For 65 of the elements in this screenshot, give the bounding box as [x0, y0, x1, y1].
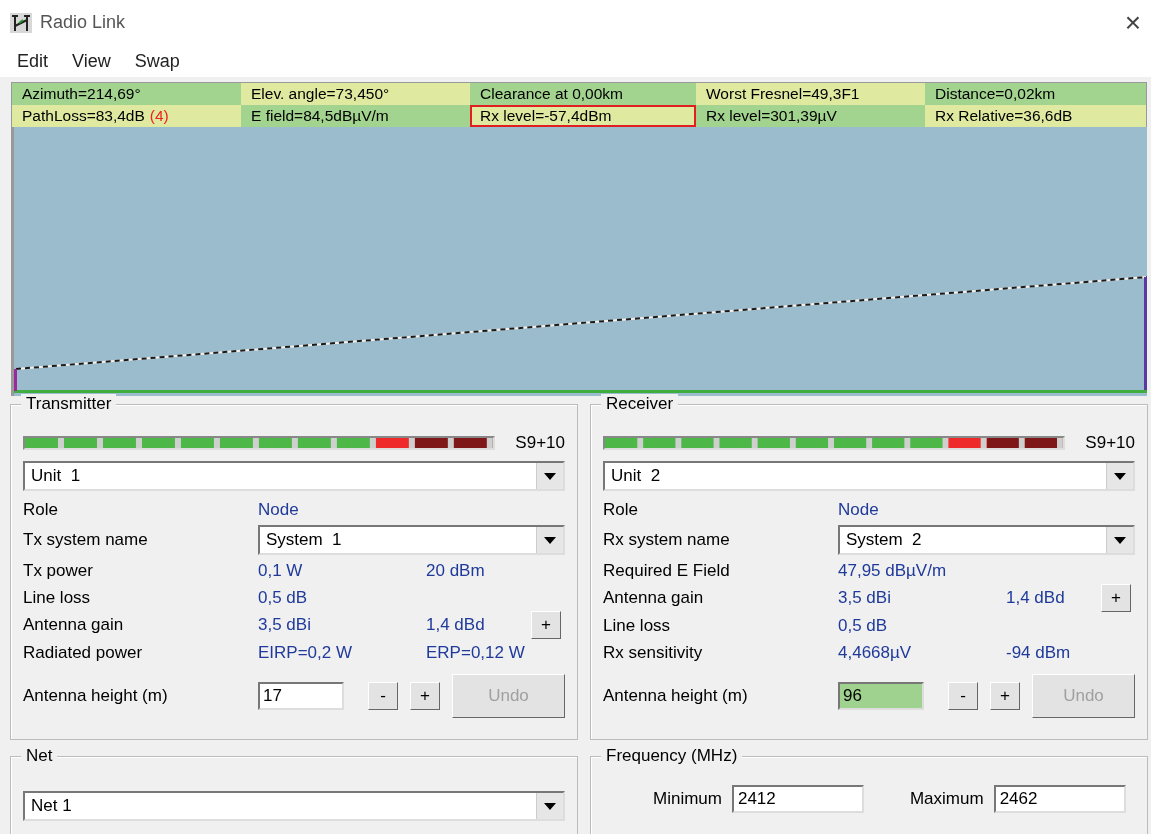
readout-cell: Rx level=-57,4dBm: [470, 105, 696, 127]
meter-reading: S9+10: [1085, 433, 1135, 453]
readout-cell: Distance=0,02km: [925, 83, 1146, 105]
dropdown-arrow-icon[interactable]: [544, 472, 556, 480]
field-label: Line loss: [23, 586, 92, 609]
field-value: -94 dBm: [1006, 641, 1072, 664]
maximum-input[interactable]: 2462: [993, 785, 1126, 813]
plus-button[interactable]: +: [1101, 584, 1131, 612]
field-value: Node: [258, 498, 300, 521]
dropdown-arrow-icon[interactable]: [1114, 536, 1126, 544]
readout-cell: E field=84,5dBµV/m: [241, 105, 470, 127]
field-value: 47,95 dBµV/m: [838, 559, 948, 582]
plus-button[interactable]: +: [531, 611, 561, 639]
field-value: 0,1 W: [258, 559, 304, 582]
field-label: Tx system name: [23, 529, 149, 551]
field-value: Node: [838, 498, 880, 521]
group-title: Frequency (MHz): [601, 746, 743, 766]
field-label: Rx system name: [603, 529, 731, 551]
field-value: 3,5 dBi: [258, 614, 312, 636]
field-label: Required E Field: [603, 559, 731, 582]
readout-cell: Clearance at 0,00km: [470, 83, 696, 105]
antenna-icon: [10, 12, 32, 33]
readout-cell: Elev. angle=73,450°: [241, 83, 470, 105]
unit-dropdown[interactable]: Unit 2: [603, 461, 1135, 491]
field-label: Role: [603, 498, 639, 521]
field-label: Antenna height (m): [603, 686, 749, 706]
dropdown-arrow-icon[interactable]: [544, 802, 556, 810]
field-value: ERP=0,12 W: [426, 641, 526, 664]
readout-cell: Worst Fresnel=49,3F1: [696, 83, 925, 105]
field-label: Rx sensitivity: [603, 641, 704, 664]
system-dropdown[interactable]: System 2: [838, 525, 1135, 555]
field-label: Antenna gain: [23, 614, 125, 636]
menu-item[interactable]: Edit: [17, 50, 49, 72]
field-label: Role: [23, 498, 59, 521]
dropdown-arrow-icon[interactable]: [1114, 472, 1126, 480]
field-value: 0,5 dB: [258, 586, 309, 609]
field-label: Maximum: [909, 789, 984, 809]
dropdown-arrow-icon[interactable]: [544, 536, 556, 544]
close-button[interactable]: ×: [1124, 6, 1141, 39]
field-label: Radiated power: [23, 641, 144, 664]
field-label: Antenna height (m): [23, 686, 169, 706]
field-label: Tx power: [23, 559, 94, 582]
unit-dropdown[interactable]: Unit 1: [23, 461, 565, 491]
system-dropdown[interactable]: System 1: [258, 525, 565, 555]
field-value: 1,4 dBd: [1006, 587, 1066, 609]
menu-item[interactable]: Swap: [134, 50, 180, 72]
field-label: Line loss: [603, 614, 672, 637]
readout-cell: Rx Relative=36,6dB: [925, 105, 1146, 127]
meter-reading: S9+10: [515, 433, 565, 453]
readout-cell: Azimuth=214,69°: [12, 83, 241, 105]
field-label: Antenna gain: [603, 587, 705, 609]
field-value: 4,4668µV: [838, 641, 913, 664]
antenna-mast: [14, 369, 17, 391]
window-title: Radio Link: [40, 12, 127, 33]
field-value: 20 dBm: [426, 559, 486, 582]
field-value: 3,5 dBi: [838, 587, 892, 609]
field-value: 0,5 dB: [838, 614, 889, 637]
field-label: Minimum: [653, 789, 722, 809]
field-value: EIRP=0,2 W: [258, 641, 353, 664]
minimum-input[interactable]: 2412: [731, 785, 864, 813]
menu-item[interactable]: View: [72, 50, 111, 72]
readout-cell: PathLoss=83,4dB (4): [12, 105, 241, 127]
net-dropdown[interactable]: Net 1: [23, 791, 565, 821]
field-value: 1,4 dBd: [426, 614, 486, 636]
readout-cell: Rx level=301,39µV: [696, 105, 925, 127]
